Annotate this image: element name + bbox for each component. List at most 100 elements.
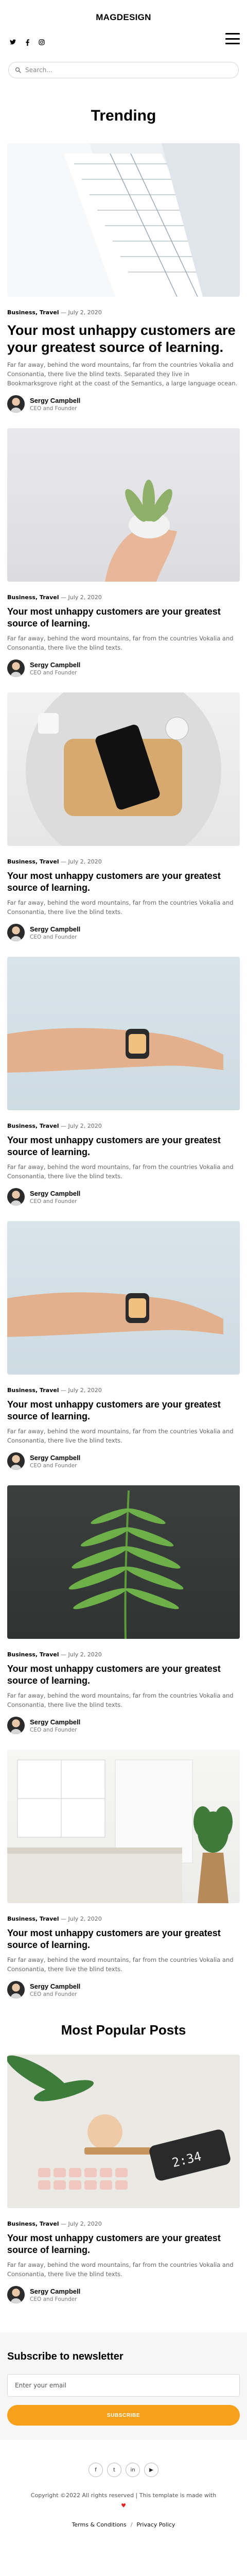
newsletter-email-input[interactable]	[7, 2374, 240, 2397]
post-meta: Business, Travel — July 2, 2020	[7, 1916, 240, 1922]
newsletter-title: Subscribe to newsletter	[7, 2351, 123, 2362]
author-name[interactable]: Sergy Campbell	[30, 1718, 80, 1726]
author-name[interactable]: Sergy Campbell	[30, 1454, 80, 1462]
avatar	[7, 1981, 25, 1998]
post-image[interactable]	[7, 1750, 240, 1903]
post-category[interactable]: Business, Travel	[7, 858, 59, 865]
post-author: Sergy Campbell CEO and Founder	[7, 1188, 240, 1206]
post-image[interactable]	[7, 957, 240, 1110]
popular-list: 2:34 Business, Travel — July 2, 2020 You…	[0, 2055, 247, 2303]
search-icon	[15, 67, 21, 73]
author-role: CEO and Founder	[30, 1726, 77, 1733]
post-image[interactable]	[7, 1221, 240, 1375]
author-role: CEO and Founder	[30, 405, 77, 412]
post-meta: Business, Travel — July 2, 2020	[7, 1123, 240, 1129]
post-date: — July 2, 2020	[60, 858, 102, 865]
subscribe-button[interactable]: SUBSCRIBE	[7, 2405, 240, 2426]
post-excerpt: Far far away, behind the word mountains,…	[7, 1428, 234, 1444]
linkedin-icon[interactable]: in	[126, 2463, 140, 2477]
author-name[interactable]: Sergy Campbell	[30, 925, 80, 933]
avatar	[7, 924, 25, 941]
post-category[interactable]: Business, Travel	[7, 309, 59, 316]
post-category[interactable]: Business, Travel	[7, 2221, 59, 2227]
footer-socials: f t in ▶	[7, 2463, 240, 2477]
post-excerpt: Far far away, behind the word mountains,…	[7, 361, 238, 387]
post-excerpt: Far far away, behind the word mountains,…	[7, 1163, 234, 1180]
author-name[interactable]: Sergy Campbell	[30, 397, 80, 404]
facebook-icon[interactable]	[24, 39, 31, 48]
author-role: CEO and Founder	[30, 1198, 77, 1205]
author-name[interactable]: Sergy Campbell	[30, 1982, 80, 1990]
facebook-icon[interactable]: f	[89, 2463, 103, 2477]
post-author: Sergy Campbell CEO and Founder	[7, 395, 240, 413]
post-meta: Business, Travel — July 2, 2020	[7, 2221, 240, 2227]
post-title[interactable]: Your most unhappy customers are your gre…	[7, 1927, 240, 1951]
post-date: — July 2, 2020	[60, 309, 102, 316]
terms-link[interactable]: Terms & Conditions	[72, 2521, 127, 2528]
post-author: Sergy Campbell CEO and Founder	[7, 1981, 240, 1998]
site-logo[interactable]: MAGDESIGN	[0, 12, 247, 23]
search-input[interactable]	[25, 66, 232, 74]
search-bar[interactable]	[8, 62, 239, 78]
post-date: — July 2, 2020	[60, 1916, 102, 1922]
post-meta: Business, Travel — July 2, 2020	[7, 858, 240, 865]
post-title[interactable]: Your most unhappy customers are your gre…	[7, 2232, 240, 2256]
post-image[interactable]	[7, 692, 240, 846]
site-footer: f t in ▶ Copyright ©2022 All rights rese…	[0, 2440, 247, 2549]
post-card: Business, Travel — July 2, 2020 Your mos…	[0, 428, 247, 677]
hamburger-menu-icon[interactable]	[225, 33, 240, 44]
post-title[interactable]: Your most unhappy customers are your gre…	[7, 1399, 240, 1422]
instagram-icon[interactable]	[38, 39, 45, 48]
post-title[interactable]: Your most unhappy customers are your gre…	[7, 322, 240, 356]
post-author: Sergy Campbell CEO and Founder	[7, 1717, 240, 1734]
header-socials	[9, 39, 45, 48]
twitter-icon[interactable]: t	[107, 2463, 121, 2477]
twitter-icon[interactable]	[9, 39, 16, 48]
post-author: Sergy Campbell CEO and Founder	[7, 924, 240, 941]
post-meta: Business, Travel — July 2, 2020	[7, 309, 240, 316]
post-title[interactable]: Your most unhappy customers are your gre…	[7, 1663, 240, 1687]
post-date: — July 2, 2020	[60, 1123, 102, 1129]
author-name[interactable]: Sergy Campbell	[30, 661, 80, 669]
author-role: CEO and Founder	[30, 1462, 77, 1469]
privacy-link[interactable]: Privacy Policy	[136, 2521, 175, 2528]
post-meta: Business, Travel — July 2, 2020	[7, 1651, 240, 1658]
author-role: CEO and Founder	[30, 669, 77, 676]
author-name[interactable]: Sergy Campbell	[30, 2287, 80, 2295]
post-date: — July 2, 2020	[60, 594, 102, 601]
footer-links: Terms & Conditions / Privacy Policy	[7, 2521, 240, 2528]
post-title[interactable]: Your most unhappy customers are your gre…	[7, 1134, 240, 1158]
post-excerpt: Far far away, behind the word mountains,…	[7, 2261, 234, 2278]
post-category[interactable]: Business, Travel	[7, 594, 59, 601]
post-category[interactable]: Business, Travel	[7, 1651, 59, 1658]
post-image[interactable]	[7, 1485, 240, 1639]
avatar	[7, 1717, 25, 1734]
author-role: CEO and Founder	[30, 2296, 77, 2302]
avatar	[7, 1452, 25, 1470]
avatar	[7, 1188, 25, 1206]
post-card: Business, Travel — July 2, 2020 Your mos…	[0, 1485, 247, 1734]
trending-title: Trending	[91, 107, 156, 124]
post-excerpt: Far far away, behind the word mountains,…	[7, 899, 234, 916]
post-category[interactable]: Business, Travel	[7, 1387, 59, 1394]
copyright: Copyright ©2022 All rights reserved | Th…	[7, 2490, 240, 2511]
post-card: Business, Travel — July 2, 2020 Your mos…	[0, 957, 247, 1206]
post-image[interactable]	[7, 428, 240, 582]
avatar	[7, 2286, 25, 2303]
post-image[interactable]: 2:34	[7, 2055, 240, 2208]
post-title[interactable]: Your most unhappy customers are your gre…	[7, 606, 240, 630]
post-image[interactable]	[7, 143, 240, 297]
copyright-text: Copyright ©2022 All rights reserved | Th…	[30, 2492, 217, 2499]
post-date: — July 2, 2020	[60, 1387, 102, 1394]
heart-icon: ♥	[121, 2502, 126, 2509]
post-author: Sergy Campbell CEO and Founder	[7, 659, 240, 677]
post-card: Business, Travel — July 2, 2020 Your mos…	[0, 143, 247, 413]
post-meta: Business, Travel — July 2, 2020	[7, 1387, 240, 1394]
post-category[interactable]: Business, Travel	[7, 1916, 59, 1922]
author-name[interactable]: Sergy Campbell	[30, 1190, 80, 1197]
youtube-icon[interactable]: ▶	[144, 2463, 158, 2477]
post-category[interactable]: Business, Travel	[7, 1123, 59, 1129]
post-title[interactable]: Your most unhappy customers are your gre…	[7, 870, 240, 894]
trending-list: Business, Travel — July 2, 2020 Your mos…	[0, 143, 247, 1998]
site-header: MAGDESIGN	[0, 0, 247, 62]
